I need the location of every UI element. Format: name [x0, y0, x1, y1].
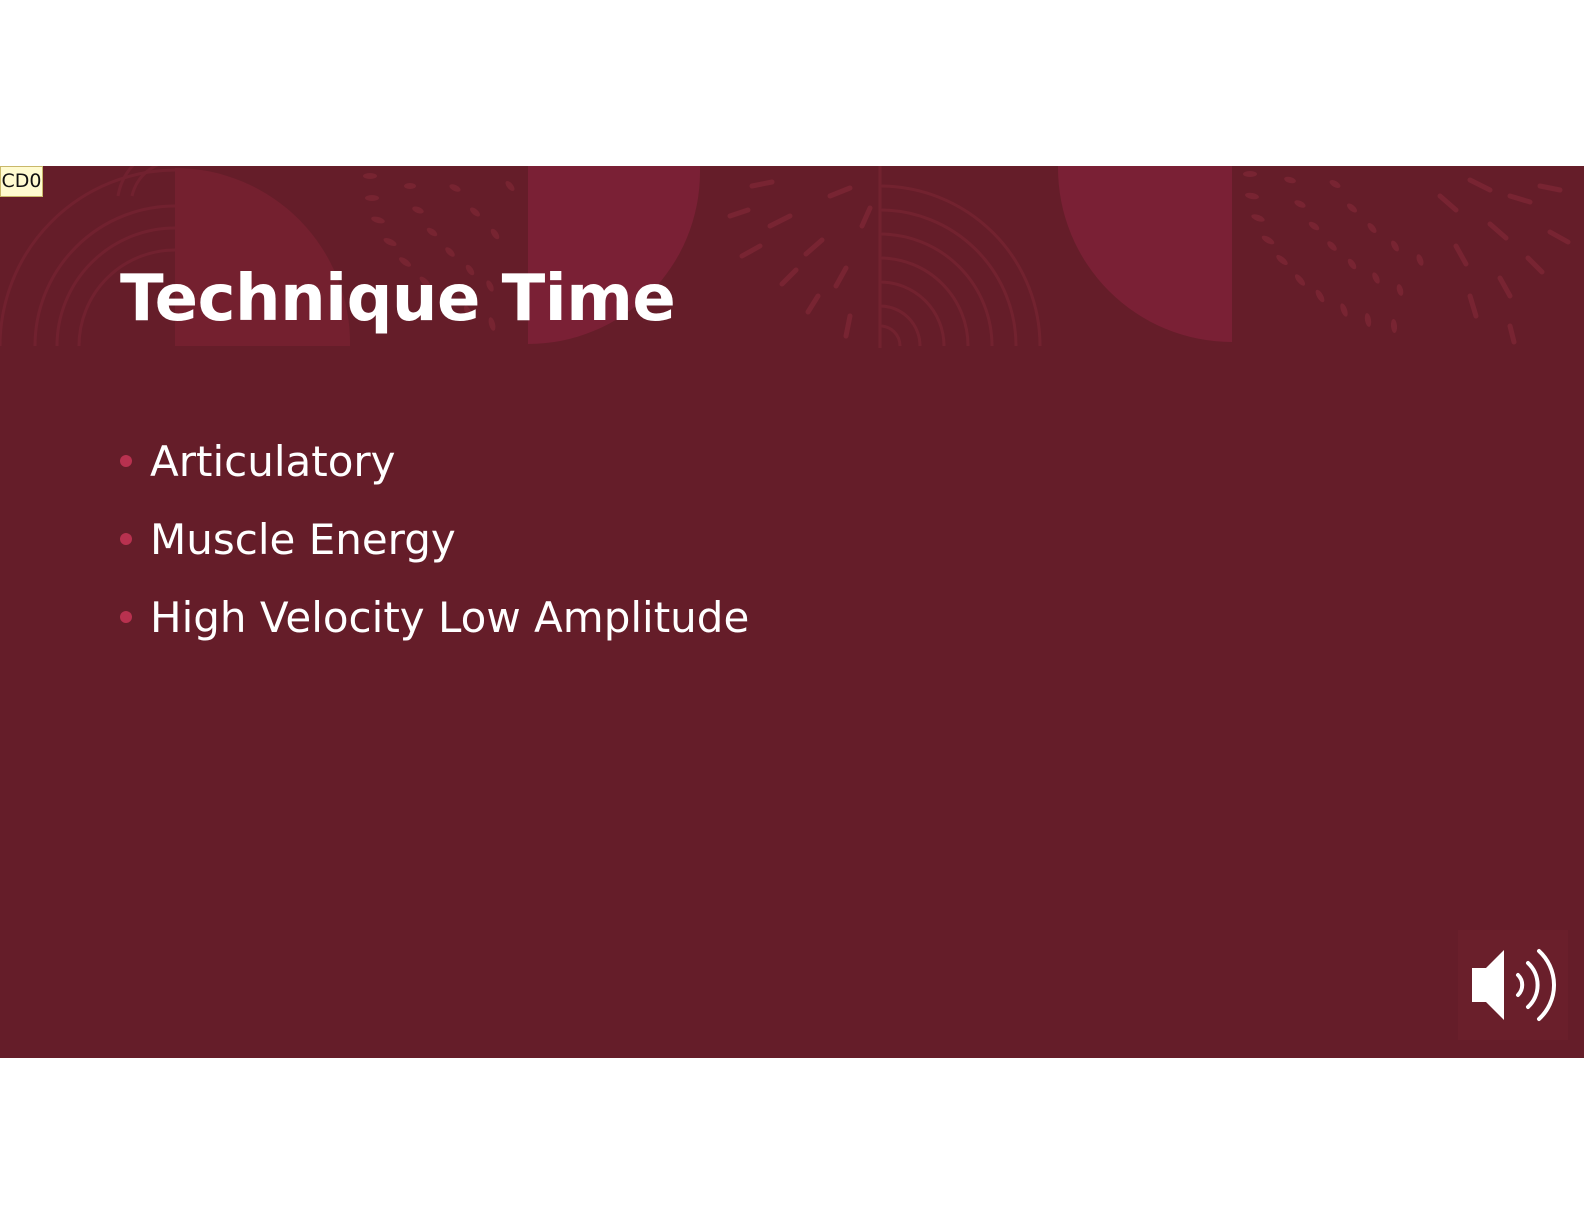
- bullet-text: Articulatory: [150, 436, 396, 486]
- slide-title: Technique Time: [120, 262, 676, 336]
- page: CD0 Technique Time Articulatory Muscle E…: [0, 0, 1584, 1224]
- comment-tag[interactable]: CD0: [0, 166, 43, 197]
- audio-button[interactable]: [1458, 930, 1568, 1040]
- bullet-dot-icon: [120, 533, 132, 545]
- slide: Technique Time Articulatory Muscle Energ…: [0, 166, 1584, 1058]
- bullet-list: Articulatory Muscle Energy High Velocity…: [120, 422, 749, 656]
- bullet-text: High Velocity Low Amplitude: [150, 592, 750, 642]
- list-item: Articulatory: [120, 422, 749, 500]
- bullet-dot-icon: [120, 611, 132, 623]
- list-item: High Velocity Low Amplitude: [120, 578, 749, 656]
- list-item: Muscle Energy: [120, 500, 749, 578]
- bullet-dot-icon: [120, 455, 132, 467]
- speaker-volume-icon: [1472, 949, 1557, 1021]
- bullet-text: Muscle Energy: [150, 514, 456, 564]
